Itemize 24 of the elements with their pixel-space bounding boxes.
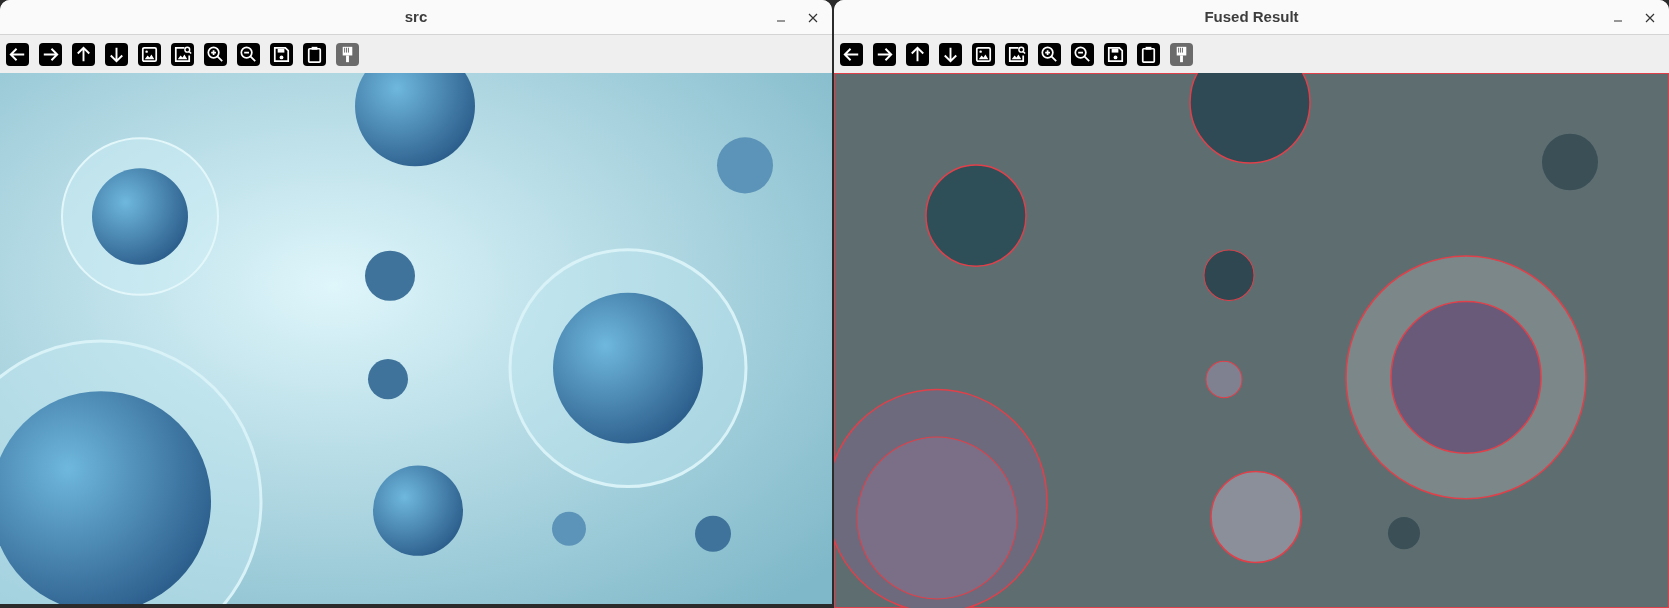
up-arrow-button[interactable] bbox=[72, 42, 95, 66]
save-button[interactable] bbox=[270, 42, 293, 66]
close-icon[interactable] bbox=[1645, 12, 1655, 23]
zoom-in-button[interactable] bbox=[1038, 42, 1061, 66]
image-search-button[interactable] bbox=[1005, 42, 1028, 66]
save-button[interactable] bbox=[1104, 42, 1127, 66]
image-search-button[interactable] bbox=[171, 42, 194, 66]
zoom-in-button[interactable] bbox=[204, 42, 227, 66]
down-arrow-button[interactable] bbox=[105, 42, 128, 66]
left-arrow-button[interactable] bbox=[6, 42, 29, 66]
left-arrow-button[interactable] bbox=[840, 42, 863, 66]
close-icon[interactable] bbox=[808, 12, 818, 23]
window-title: Fused Result bbox=[1204, 6, 1299, 27]
right-arrow-button[interactable] bbox=[873, 42, 896, 66]
right-arrow-button[interactable] bbox=[39, 42, 62, 66]
clipboard-button[interactable] bbox=[1137, 42, 1160, 66]
zoom-out-button[interactable] bbox=[237, 42, 260, 66]
window-title: src bbox=[404, 6, 428, 27]
down-arrow-button[interactable] bbox=[939, 42, 962, 66]
clipboard-button[interactable] bbox=[303, 42, 326, 66]
up-arrow-button[interactable] bbox=[906, 42, 929, 66]
image-button[interactable] bbox=[972, 42, 995, 66]
image-button[interactable] bbox=[138, 42, 161, 66]
zoom-out-button[interactable] bbox=[1071, 42, 1094, 66]
